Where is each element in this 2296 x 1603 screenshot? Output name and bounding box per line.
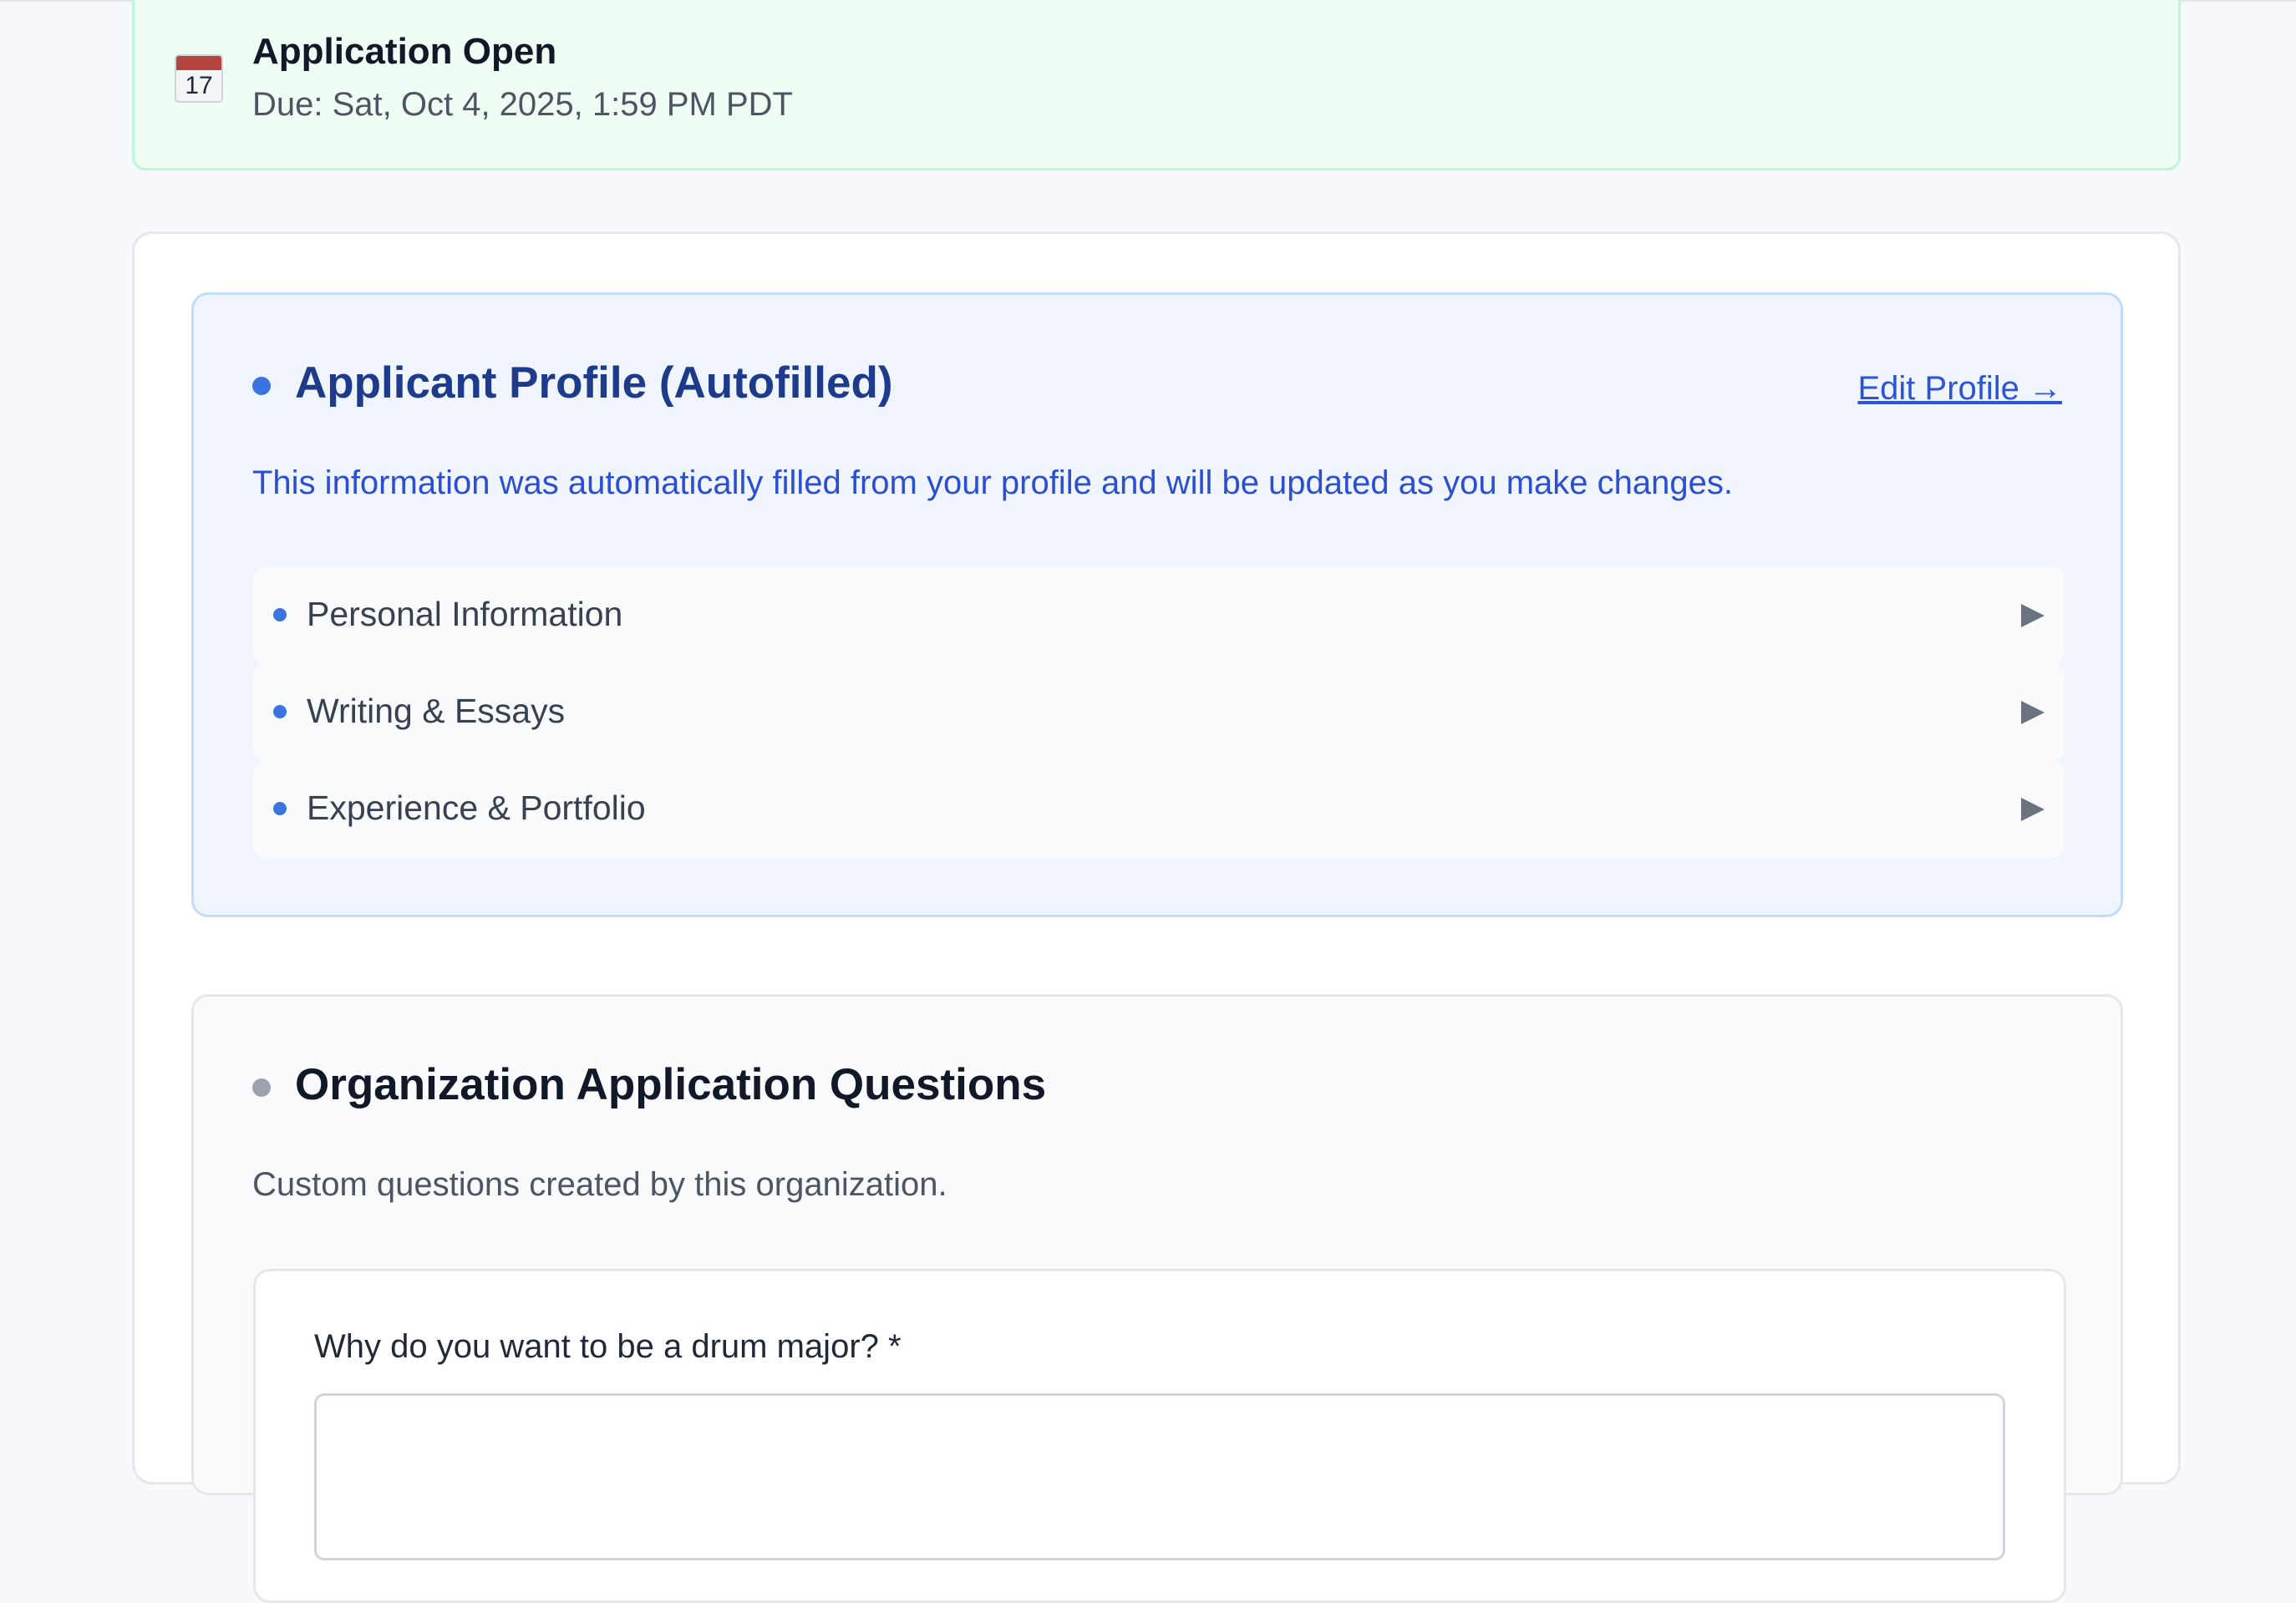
edit-profile-link[interactable]: Edit Profile → [1857, 370, 2062, 408]
applicant-profile-section: Applicant Profile (Autofilled) Edit Prof… [191, 292, 2123, 917]
accordion-writing-essays[interactable]: Writing & Essays [253, 664, 2065, 761]
profile-accordion-list: Personal Information Writing & Essays Ex… [253, 567, 2065, 858]
expand-arrow-icon [2021, 604, 2045, 627]
expand-arrow-icon [2021, 701, 2045, 724]
accordion-label: Writing & Essays [307, 692, 566, 730]
calendar-icon: 17 [175, 54, 223, 103]
question-card: Why do you want to be a drum major? * [253, 1269, 2066, 1603]
accordion-personal-information[interactable]: Personal Information [253, 567, 2065, 664]
question-answer-textarea[interactable] [314, 1393, 2005, 1560]
application-status-title: Application Open [252, 31, 557, 72]
question-label: Why do you want to be a drum major? * [314, 1328, 902, 1365]
organization-questions-description: Custom questions created by this organiz… [252, 1166, 947, 1203]
application-status-banner: 17 Application Open Due: Sat, Oct 4, 202… [132, 0, 2181, 170]
applicant-profile-description: This information was automatically fille… [252, 464, 1733, 501]
application-due-date: Due: Sat, Oct 4, 2025, 1:59 PM PDT [252, 86, 793, 123]
calendar-icon-day: 17 [185, 72, 213, 99]
accordion-label: Experience & Portfolio [307, 789, 646, 827]
applicant-profile-title: Applicant Profile (Autofilled) [295, 358, 893, 408]
bullet-dot-icon [273, 608, 287, 621]
section-indicator-dot [252, 377, 271, 395]
organization-questions-section: Organization Application Questions Custo… [191, 994, 2123, 1603]
bullet-dot-icon [273, 705, 287, 718]
bullet-dot-icon [273, 802, 287, 815]
accordion-experience-portfolio[interactable]: Experience & Portfolio [253, 761, 2065, 858]
organization-questions-title: Organization Application Questions [295, 1060, 1047, 1109]
section-indicator-dot [252, 1078, 271, 1097]
accordion-label: Personal Information [307, 595, 623, 633]
expand-arrow-icon [2021, 798, 2045, 821]
